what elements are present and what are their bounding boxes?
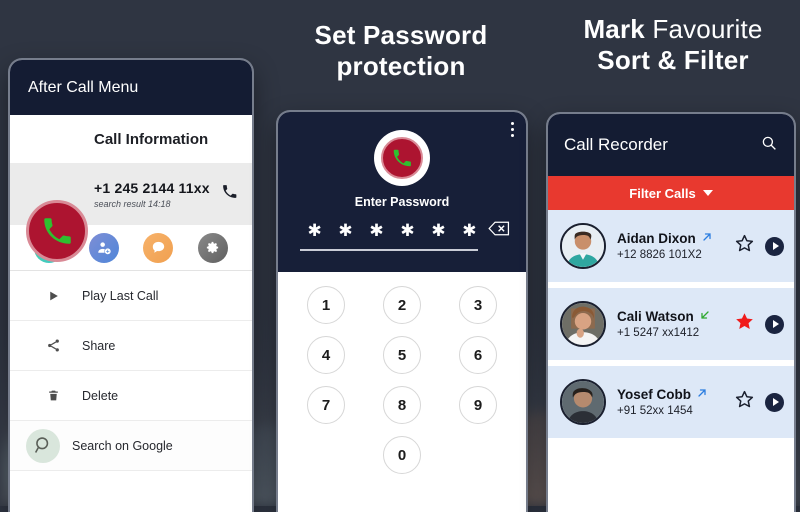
call-back-icon[interactable] [221, 183, 238, 205]
call-details: Cali Watson +1 5247 xx1412 [617, 309, 732, 339]
heading-set-password: Set Password protection [276, 20, 526, 81]
menu-item-share[interactable]: Share [10, 321, 252, 371]
key-0[interactable]: 0 [383, 436, 421, 474]
menu-item-partial-next[interactable] [10, 471, 252, 485]
play-icon [772, 320, 779, 328]
promo-screenshot-stage: Set Password protection Mark Favourite S… [0, 0, 800, 512]
key-9[interactable]: 9 [459, 386, 497, 424]
menu-item-search-on-google[interactable]: Search on Google [10, 421, 252, 471]
heading-line1: Mark Favourite [546, 14, 800, 45]
heading-line2: Sort & Filter [597, 44, 749, 75]
after-call-header: After Call Menu [10, 60, 252, 115]
password-lock-phone: Enter Password ✱ ✱ ✱ ✱ ✱ ✱ 1 2 3 4 5 6 7… [278, 112, 526, 512]
password-panel: Enter Password ✱ ✱ ✱ ✱ ✱ ✱ [278, 112, 526, 272]
table-row[interactable]: Yosef Cobb +91 52xx 1454 [548, 366, 794, 438]
avatar [560, 301, 606, 347]
key-8[interactable]: 8 [383, 386, 421, 424]
keypad-row: 4 5 6 [278, 336, 526, 374]
table-row[interactable]: Cali Watson +1 5247 xx1412 [548, 288, 794, 360]
heading-line1: Set Password [314, 20, 488, 50]
key-5[interactable]: 5 [383, 336, 421, 374]
add-contact-icon[interactable] [88, 232, 119, 263]
key-6[interactable]: 6 [459, 336, 497, 374]
play-recording-button[interactable] [765, 314, 784, 334]
keypad-row: 0 [278, 436, 526, 474]
numeric-keypad: 1 2 3 4 5 6 7 8 9 0 [278, 272, 526, 512]
contact-name: Cali Watson [617, 309, 694, 324]
menu-item-label: Play Last Call [82, 288, 159, 303]
key-3[interactable]: 3 [459, 286, 497, 324]
call-list: Aidan Dixon +12 8826 101X2 Cali Watson +… [548, 210, 794, 438]
app-logo-inner [381, 137, 423, 179]
key-7[interactable]: 7 [307, 386, 345, 424]
table-row[interactable]: Aidan Dixon +12 8826 101X2 [548, 210, 794, 282]
password-underline [300, 249, 478, 251]
key-2[interactable]: 2 [383, 286, 421, 324]
call-information-label: Call Information [94, 130, 209, 148]
heading-mark-favourite: Mark Favourite Sort & Filter [546, 14, 800, 75]
filter-calls-label: Filter Calls [629, 185, 696, 201]
message-icon[interactable] [143, 232, 174, 263]
outgoing-call-icon [696, 387, 708, 402]
play-icon [772, 398, 779, 406]
avatar [560, 379, 606, 425]
avatar [560, 223, 606, 269]
search-icon [26, 428, 60, 463]
contact-number: +12 8826 101X2 [617, 249, 702, 261]
contact-name: Aidan Dixon [617, 231, 696, 246]
backspace-icon[interactable] [488, 220, 510, 242]
app-logo [374, 130, 430, 186]
phone-number-block: +1 245 2144 11xx search result 14:18 [94, 180, 221, 209]
key-4[interactable]: 4 [307, 336, 345, 374]
heading-line2: protection [336, 50, 466, 81]
keypad-row: 1 2 3 [278, 286, 526, 324]
call-details: Yosef Cobb +91 52xx 1454 [617, 387, 732, 417]
menu-item-delete[interactable]: Delete [10, 371, 252, 421]
filter-calls-button[interactable]: Filter Calls [548, 176, 794, 210]
heading-favourite-thin: Favourite [644, 14, 763, 44]
after-call-menu-phone: After Call Menu Call Information +1 245 … [10, 60, 252, 512]
heading-mark-bold: Mark [583, 14, 645, 44]
call-recorder-title: Call Recorder [564, 135, 668, 154]
menu-item-label: Share [82, 338, 116, 353]
key-1[interactable]: 1 [307, 286, 345, 324]
call-recorder-header: Call Recorder [548, 114, 794, 176]
contact-name-row: Cali Watson [617, 309, 732, 324]
keypad-row: 7 8 9 [278, 386, 526, 424]
kebab-menu-icon[interactable] [511, 122, 514, 137]
search-icon[interactable] [760, 134, 778, 157]
gear-icon[interactable] [197, 232, 228, 263]
contact-number: +1 5247 xx1412 [617, 327, 700, 339]
enter-password-label: Enter Password [354, 195, 450, 209]
call-recorder-phone: Call Recorder Filter Calls Aidan Dixon +… [548, 114, 794, 512]
favourite-star-icon[interactable] [734, 311, 755, 337]
contact-number: +91 52xx 1454 [617, 405, 693, 417]
favourite-star-icon[interactable] [734, 389, 755, 415]
contact-name-row: Aidan Dixon [617, 231, 732, 246]
play-icon [40, 289, 66, 303]
contact-name: Yosef Cobb [617, 387, 691, 402]
play-icon [772, 242, 779, 250]
contact-name-row: Yosef Cobb [617, 387, 732, 402]
menu-item-play-last-call[interactable]: Play Last Call [10, 271, 252, 321]
phone-number: +1 245 2144 11xx [94, 179, 210, 196]
favourite-star-icon[interactable] [734, 233, 755, 259]
search-result-time: search result 14:18 [94, 198, 171, 209]
call-information-row: Call Information [10, 115, 252, 163]
after-call-title: After Call Menu [28, 78, 139, 96]
call-details: Aidan Dixon +12 8826 101X2 [617, 231, 732, 261]
chevron-down-icon [702, 190, 713, 196]
incoming-call-icon [699, 309, 711, 324]
menu-item-label: Search on Google [72, 438, 173, 453]
share-icon [40, 338, 66, 353]
trash-icon [40, 388, 66, 403]
password-input[interactable]: ✱ ✱ ✱ ✱ ✱ ✱ [300, 219, 510, 253]
outgoing-call-icon [701, 231, 713, 246]
app-logo [26, 200, 88, 262]
menu-item-label: Delete [82, 388, 119, 403]
play-recording-button[interactable] [765, 236, 784, 256]
play-recording-button[interactable] [765, 392, 784, 412]
password-masked-value: ✱ ✱ ✱ ✱ ✱ ✱ [307, 221, 483, 240]
